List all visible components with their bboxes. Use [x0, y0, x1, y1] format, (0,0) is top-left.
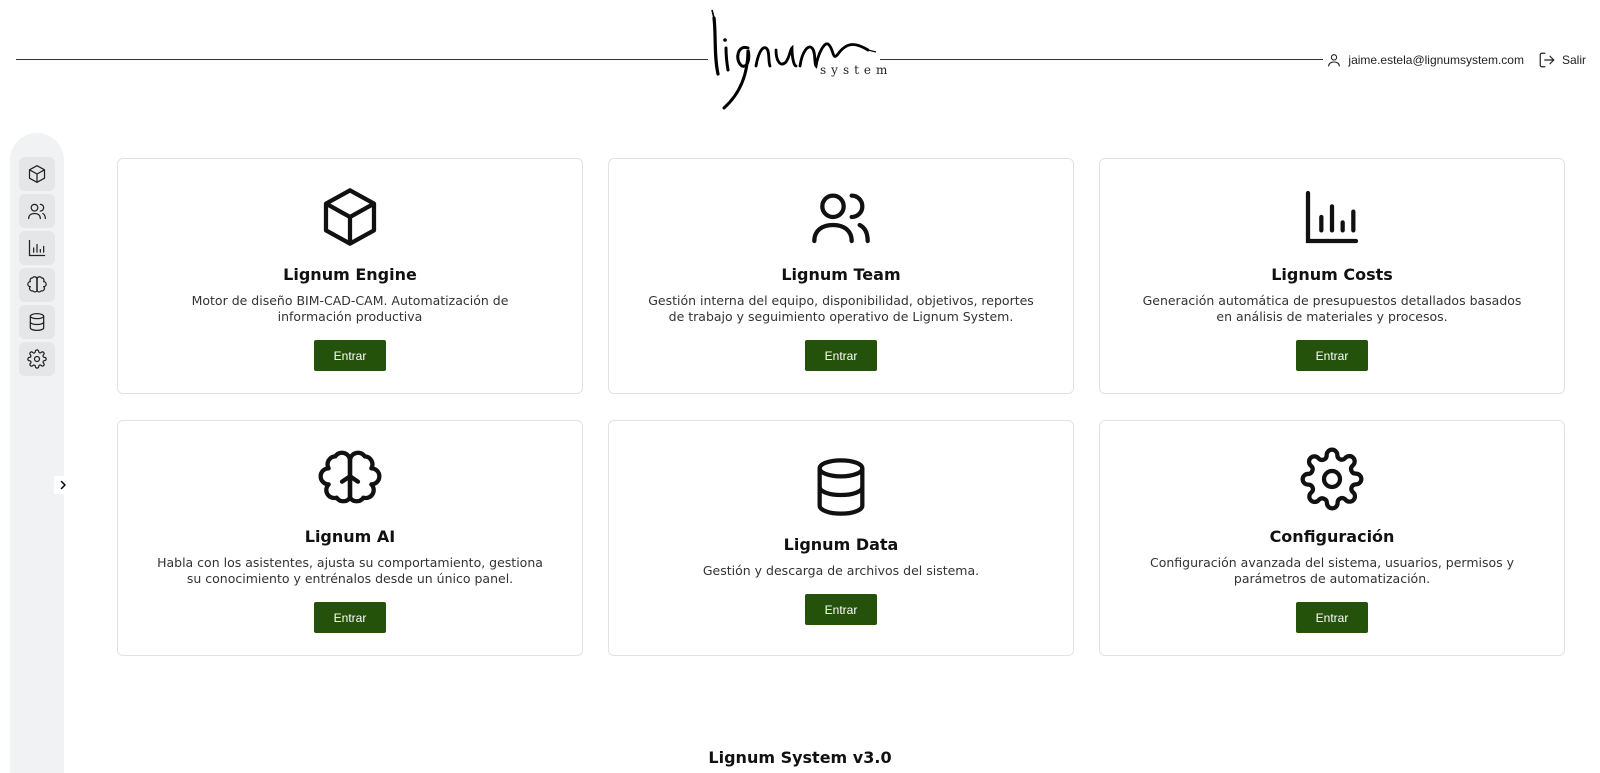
- card-description: Habla con los asistentes, ajusta su comp…: [157, 555, 543, 586]
- enter-button-data[interactable]: Entrar: [805, 594, 877, 625]
- users-icon: [812, 193, 870, 244]
- user-icon: [1328, 54, 1341, 67]
- sidebar-item-settings[interactable]: [19, 342, 55, 376]
- bar-chart-icon: [28, 239, 46, 257]
- card-lignum-data: Lignum Data Gestión y descarga de archiv…: [608, 420, 1074, 656]
- brain-icon: [318, 450, 382, 504]
- card-title: Lignum Data: [783, 535, 899, 554]
- card-lignum-team: Lignum Team Gestión interna del equipo, …: [608, 158, 1074, 394]
- sidebar-item-ai[interactable]: [19, 268, 55, 302]
- box-icon: [28, 165, 46, 183]
- card-title: Lignum AI: [304, 527, 396, 546]
- enter-button-team[interactable]: Entrar: [805, 340, 877, 371]
- sidebar-item-engine[interactable]: [19, 157, 55, 191]
- sidebar-item-team[interactable]: [19, 194, 55, 228]
- enter-button-engine[interactable]: Entrar: [314, 340, 386, 371]
- header-rule-right: [880, 59, 1323, 60]
- card-title: Lignum Team: [781, 265, 901, 284]
- gear-icon: [27, 349, 47, 369]
- users-icon: [28, 203, 46, 220]
- card-lignum-engine: Lignum Engine Motor de diseño BIM-CAD-CA…: [117, 158, 583, 394]
- database-icon: [817, 458, 865, 516]
- header-rule-left: [16, 59, 708, 60]
- sidebar-item-costs[interactable]: [19, 231, 55, 265]
- sidebar-item-data[interactable]: [19, 305, 55, 339]
- database-icon: [29, 313, 45, 331]
- user-email[interactable]: jaime.estela@lignumsystem.com: [1348, 53, 1524, 67]
- sidebar-expand-toggle[interactable]: [54, 476, 72, 494]
- card-lignum-ai: Lignum AI Habla con los asistentes, ajus…: [117, 420, 583, 656]
- logo: [711, 9, 877, 110]
- card-lignum-costs: Lignum Costs Generación automática de pr…: [1099, 158, 1565, 394]
- logo-subtext: system: [820, 63, 893, 77]
- header: system jaime.estela@lignumsystem.com Sal…: [0, 0, 1600, 120]
- box-icon: [323, 188, 377, 246]
- gear-icon: [1300, 447, 1364, 511]
- card-description: Configuración avanzada del sistema, usua…: [1149, 555, 1515, 586]
- card-description: Gestión y descarga de archivos del siste…: [702, 563, 980, 578]
- card-title: Lignum Engine: [283, 265, 417, 284]
- card-title: Configuración: [1269, 527, 1395, 546]
- bar-chart-icon: [1305, 190, 1359, 244]
- enter-button-ai[interactable]: Entrar: [314, 602, 386, 633]
- brain-icon: [27, 276, 47, 293]
- card-description: Generación automática de presupuestos de…: [1142, 293, 1522, 324]
- sidebar: [10, 133, 64, 773]
- enter-button-config[interactable]: Entrar: [1296, 602, 1368, 633]
- card-description: Gestión interna del equipo, disponibilid…: [648, 293, 1034, 324]
- logout-icon: [1539, 52, 1555, 68]
- user-area: jaime.estela@lignumsystem.com Salir: [1326, 51, 1586, 69]
- card-configuracion: Configuración Configuración avanzada del…: [1099, 420, 1565, 656]
- logout-button[interactable]: Salir: [1538, 51, 1586, 69]
- card-title: Lignum Costs: [1271, 265, 1393, 284]
- logout-label: Salir: [1561, 53, 1586, 67]
- chevron-right-icon: [60, 480, 66, 490]
- card-description: Motor de diseño BIM-CAD-CAM. Automatizac…: [191, 293, 509, 324]
- enter-button-costs[interactable]: Entrar: [1296, 340, 1368, 371]
